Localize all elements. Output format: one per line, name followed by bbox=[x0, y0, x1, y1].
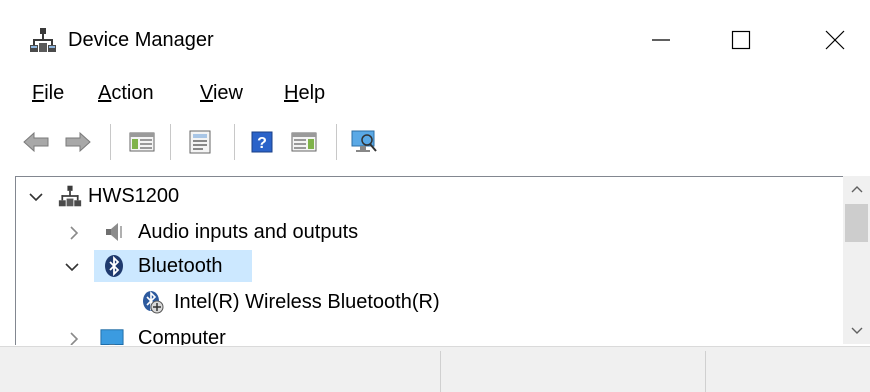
toolbar-separator bbox=[110, 124, 111, 160]
tree-item-label: Computer bbox=[138, 321, 226, 345]
device-manager-icon bbox=[30, 26, 56, 54]
scroll-up-button[interactable] bbox=[843, 176, 870, 202]
help-icon: ? bbox=[250, 130, 274, 154]
menu-file-label: ile bbox=[44, 82, 64, 104]
status-divider bbox=[440, 351, 441, 392]
forward-button[interactable] bbox=[62, 126, 94, 158]
vertical-scrollbar[interactable] bbox=[843, 176, 870, 344]
monitor-icon bbox=[100, 327, 124, 345]
status-bar bbox=[0, 346, 870, 392]
close-icon bbox=[825, 30, 845, 50]
show-hide-console-tree-button[interactable] bbox=[126, 126, 158, 158]
svg-text:?: ? bbox=[257, 135, 267, 152]
chevron-down-icon[interactable] bbox=[64, 259, 80, 275]
help-button[interactable]: ? bbox=[246, 126, 278, 158]
show-hide-console-tree-icon bbox=[129, 131, 155, 153]
tree-item-root[interactable]: HWS1200 bbox=[16, 179, 836, 213]
toolbar-separator bbox=[336, 124, 337, 160]
properties-button[interactable] bbox=[184, 126, 216, 158]
tree-item-label: Intel(R) Wireless Bluetooth(R) bbox=[174, 285, 440, 319]
menu-view-accel: V bbox=[200, 82, 213, 104]
forward-arrow-icon bbox=[65, 131, 91, 153]
toolbar-separator bbox=[170, 124, 171, 160]
computer-root-icon bbox=[58, 184, 82, 208]
action-pane-button[interactable] bbox=[288, 126, 320, 158]
menu-view-label: iew bbox=[213, 82, 243, 104]
menu-file-accel: F bbox=[32, 82, 44, 104]
tree-item-intel-bluetooth[interactable]: Intel(R) Wireless Bluetooth(R) bbox=[16, 285, 836, 319]
menu-action-label: ction bbox=[111, 82, 153, 104]
action-pane-icon bbox=[291, 131, 317, 153]
bluetooth-device-icon bbox=[140, 290, 164, 314]
status-cell-tertiary bbox=[712, 347, 862, 392]
bluetooth-icon bbox=[102, 254, 126, 278]
minimize-icon bbox=[651, 30, 671, 50]
title-bar: Device Manager bbox=[0, 0, 870, 74]
menu-action-accel: A bbox=[98, 82, 111, 104]
status-cell-main bbox=[10, 347, 430, 392]
chevron-down-icon[interactable] bbox=[28, 189, 44, 205]
scan-for-hardware-changes-icon bbox=[350, 129, 378, 155]
chevron-right-icon[interactable] bbox=[66, 225, 82, 241]
menu-view[interactable]: View bbox=[198, 79, 245, 107]
scroll-thumb[interactable] bbox=[845, 204, 868, 242]
tree-item-audio[interactable]: Audio inputs and outputs bbox=[16, 215, 836, 249]
maximize-button[interactable] bbox=[718, 18, 764, 62]
status-divider bbox=[705, 351, 706, 392]
close-button[interactable] bbox=[812, 18, 858, 62]
menu-bar: File Action View Help bbox=[0, 74, 870, 114]
minimize-button[interactable] bbox=[638, 18, 684, 62]
maximize-icon bbox=[731, 30, 751, 50]
tree-item-computer[interactable]: Computer bbox=[16, 321, 836, 345]
toolbar: ? bbox=[0, 114, 870, 174]
tree-item-label: Audio inputs and outputs bbox=[138, 215, 358, 249]
menu-help-accel: H bbox=[284, 82, 298, 104]
window-title: Device Manager bbox=[68, 26, 214, 54]
menu-action[interactable]: Action bbox=[96, 79, 156, 107]
back-button[interactable] bbox=[20, 126, 52, 158]
toolbar-separator bbox=[234, 124, 235, 160]
chevron-down-icon bbox=[851, 326, 863, 336]
menu-help-label: elp bbox=[298, 82, 325, 104]
device-tree[interactable]: HWS1200 Audio inputs and outputs Bluetoo… bbox=[15, 176, 870, 345]
chevron-up-icon bbox=[851, 184, 863, 194]
back-arrow-icon bbox=[23, 131, 49, 153]
status-cell-secondary bbox=[448, 347, 698, 392]
chevron-right-icon[interactable] bbox=[66, 331, 82, 345]
tree-item-label: Bluetooth bbox=[138, 249, 223, 283]
tree-item-label: HWS1200 bbox=[88, 179, 179, 213]
tree-item-bluetooth[interactable]: Bluetooth bbox=[16, 249, 836, 283]
menu-file[interactable]: File bbox=[30, 79, 66, 107]
speaker-icon bbox=[102, 220, 126, 244]
properties-icon bbox=[187, 130, 213, 154]
scan-for-hardware-changes-button[interactable] bbox=[348, 126, 380, 158]
scroll-down-button[interactable] bbox=[843, 318, 870, 344]
menu-help[interactable]: Help bbox=[282, 79, 327, 107]
